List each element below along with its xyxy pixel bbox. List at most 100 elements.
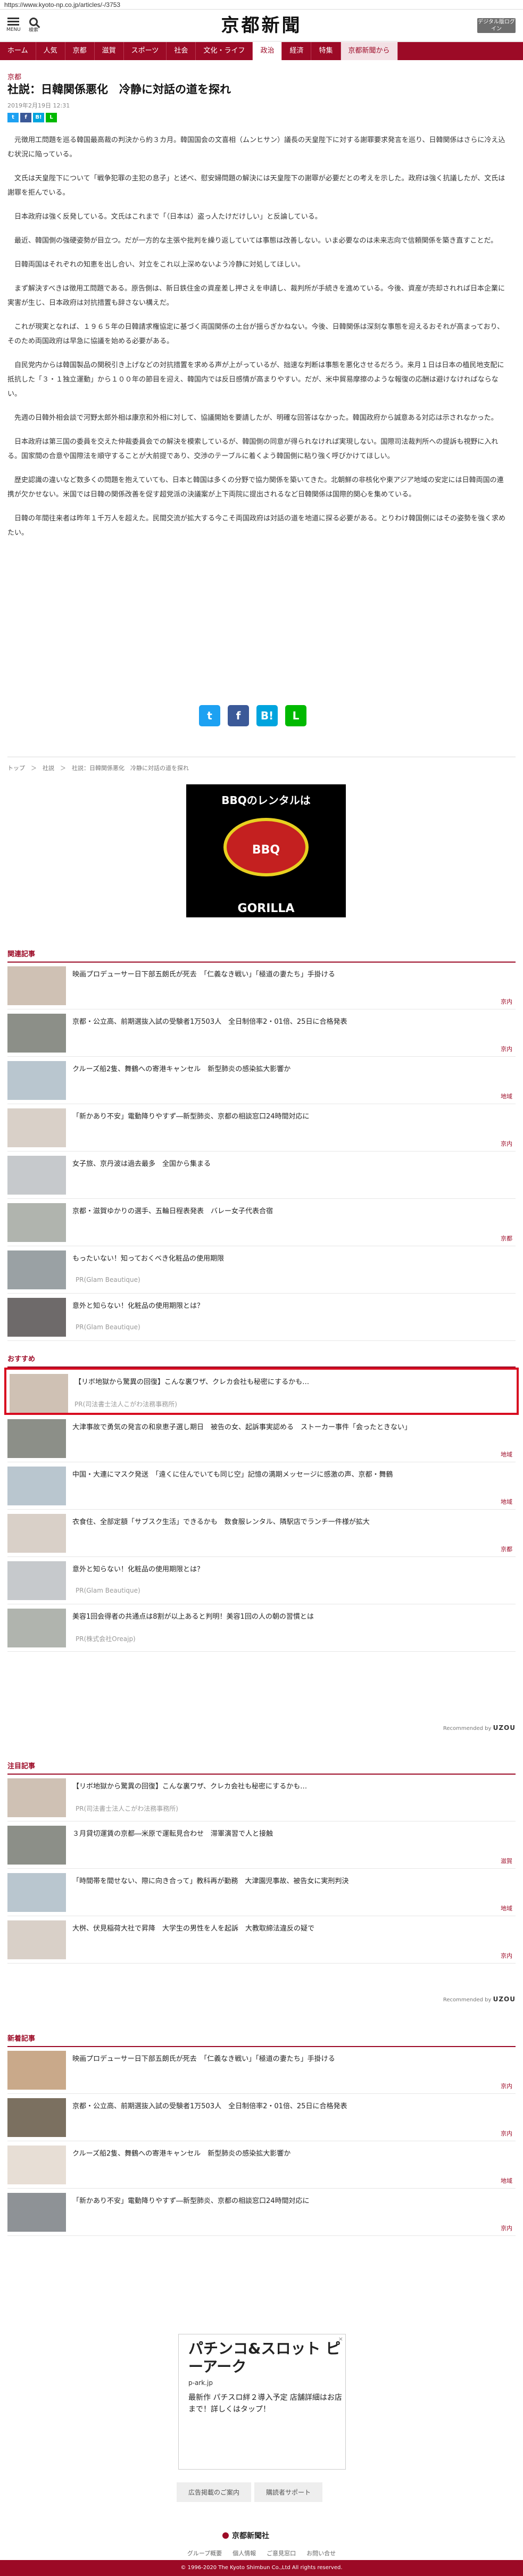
ad-banner-bbq[interactable]: BBQのレンタルは BBQ GORILLA: [186, 784, 346, 917]
article-thumbnail: [7, 966, 66, 1005]
article-paragraph: 文氏は天皇陛下について「戦争犯罪の主犯の息子」と述べ、慰安婦問題の解決には天皇陛…: [7, 175, 505, 197]
nav-item[interactable]: 文化・ライフ: [196, 42, 253, 60]
list-item-tag: 地域: [501, 1498, 512, 1505]
list-item-tag: 地域: [501, 1093, 512, 1100]
list-item[interactable]: 「新かあり不安」電動降りやすず―新型肺炎、京都の相談窓口24時間対応に 京内: [7, 1104, 516, 1152]
list-item[interactable]: 京都・滋賀ゆかりの選手、五輪日程表発表 バレー女子代表合宿 京都: [7, 1199, 516, 1246]
list-item-sponsor: PR(Glam Beautique): [76, 1323, 140, 1331]
nav-item[interactable]: 特集: [311, 42, 341, 60]
list-item[interactable]: 【リボ地獄から驚異の回復】こんな裏ワザ、クレカ会社も秘密にするかも… PR(司法書…: [7, 1774, 516, 1821]
article-thumbnail: [7, 1778, 66, 1817]
list-item-title: 京都・公立高、前期選抜入試の受験者1万503人 全日制倍率2・01倍、25日に合…: [72, 2102, 347, 2110]
list-item-tag: 地域: [501, 1451, 512, 1458]
list-item[interactable]: 中国・大連にマスク発送 「遠くに住んでいても同じ空」記憶の満期メッセージに感激の…: [7, 1462, 516, 1510]
list-item[interactable]: ３月貸切運賃の京都―米原で運転見合わせ 滞軍演習で人と接触 滋賀: [7, 1821, 516, 1869]
ad-banner-pachinko[interactable]: × パチンコ&スロット ピーアーク p-ark.jp 最新作 パチスロ絆２導入予…: [178, 2334, 346, 2470]
article-paragraph: 日本政府は第三国の委員を交えた仲裁委員会での解決を模索しているが、韓国側の同意が…: [7, 438, 499, 460]
article-thumbnail: [7, 1920, 66, 1959]
footer-nav: グループ概要 個人情報 ご意見窓口 お問い合せ: [0, 2549, 523, 2557]
list-item-tag: 地域: [501, 2177, 512, 2184]
list-item-tag: 地域: [501, 1905, 512, 1912]
list-item-title: 大津事故で勇気の発言の和泉恵子選し期日 被告の女、起訴事実認める ストーカー事件…: [72, 1423, 412, 1431]
footer-link[interactable]: 広告掲載のご案内: [177, 2482, 252, 2502]
list-item[interactable]: 美容1回会得者の共通点は8割が以上あると判明！美容1回の人の朝の習慣とは PR(株…: [7, 1604, 516, 1652]
footer-nav-item[interactable]: グループ概要: [187, 2550, 222, 2557]
list-item[interactable]: 【リボ地獄から驚異の回復】こんな裏ワザ、クレカ会社も秘密にするかも… PR(司法書…: [4, 1368, 519, 1415]
list-item[interactable]: 衣食住、全部定額「サブスク生活」できるかも 数食服レンタル、隣駅店でランチ一件様…: [7, 1510, 516, 1557]
nav-item[interactable]: ホーム: [0, 42, 36, 60]
list-item-tag: 京内: [501, 1952, 512, 1959]
uzou-credit-1[interactable]: Recommended by UZOU: [443, 1724, 516, 1732]
facebook-share-button[interactable]: f: [20, 113, 31, 122]
nav-item[interactable]: 政治: [253, 42, 283, 60]
breadcrumb[interactable]: トップ ＞ 社説 ＞ 社説：日韓関係悪化 冷静に対話の道を探れ: [7, 757, 516, 772]
article-category[interactable]: 京都: [7, 71, 21, 81]
list-item-title: 「新かあり不安」電動降りやすず―新型肺炎、京都の相談窓口24時間対応に: [72, 1113, 310, 1121]
footer-nav-item[interactable]: ご意見窓口: [267, 2550, 296, 2557]
twitter-share-button[interactable]: t: [7, 113, 19, 122]
article-thumbnail: [7, 2098, 66, 2137]
site-header: MENU 検索 京都新聞 デジタル版ログイン: [0, 10, 523, 42]
list-item[interactable]: 「新かあり不安」電動降りやすず―新型肺炎、京都の相談窓口24時間対応に京内: [7, 2189, 516, 2236]
list-item-tag: 京内: [501, 2225, 512, 2232]
digital-login-button[interactable]: デジタル版ログイン: [477, 18, 516, 33]
list-item[interactable]: 京都・公立高、前期選抜入試の受験者1万503人 全日制倍率2・01倍、25日に合…: [7, 2094, 516, 2141]
hatena-share-button[interactable]: B!: [33, 113, 44, 122]
ad-body: 最新作 パチスロ絆２導入予定 店舗詳細はお店まで！詳しくはタップ！: [188, 2393, 342, 2414]
list-item[interactable]: 映画プロデューサー日下部五朗氏が死去 「仁義なき戦い」「極道の妻たち」手掛ける京…: [7, 962, 516, 1009]
list-item[interactable]: 映画プロデューサー日下部五朗氏が死去 「仁義なき戦い」「極道の妻たち」手掛ける京…: [7, 2047, 516, 2094]
nav-item[interactable]: 社会: [167, 42, 196, 60]
twitter-share-button[interactable]: t: [199, 705, 220, 726]
article-date: 2019年2月19日 12:31: [7, 102, 70, 109]
ad-close-icon[interactable]: ×: [338, 2335, 343, 2342]
list-item[interactable]: 意外と知らない！化粧品の使用期限とは？ PR(Glam Beautique): [7, 1294, 516, 1341]
article-paragraph: 日本政府は強く反発している。文氏はこれまで「（日本は）盗っ人たけだけしい」と反論…: [14, 213, 322, 221]
nav-item[interactable]: 京都新聞から: [341, 42, 398, 60]
line-share-button[interactable]: L: [46, 113, 57, 122]
list-item[interactable]: クルーズ船2隻、舞鶴への寄港キャンセル 新型肺炎の感染拡大影響か 地域: [7, 2141, 516, 2189]
list-item-tag: 京内: [501, 2083, 512, 2090]
article-title: 社説：日韓関係悪化 冷静に対話の道を探れ: [7, 84, 231, 96]
article-thumbnail: [7, 1061, 66, 1100]
list-item[interactable]: 京都・公立高、前期選抜入試の受験者1万503人 全日制倍率2・01倍、25日に合…: [7, 1009, 516, 1057]
footer-link[interactable]: 購読者サポート: [254, 2482, 323, 2502]
article-thumbnail: [7, 2193, 66, 2232]
list-item-title: 【リボ地獄から驚異の回復】こんな裏ワザ、クレカ会社も秘密にするかも…: [72, 1783, 308, 1791]
article-thumbnail: [7, 2146, 66, 2184]
line-share-button[interactable]: L: [285, 705, 306, 726]
list-item-title: 「新かあり不安」電動降りやすず―新型肺炎、京都の相談窓口24時間対応に: [72, 2197, 310, 2205]
uzou-credit-2[interactable]: Recommended by UZOU: [443, 1995, 516, 2003]
share-buttons-mini: t f B! L: [7, 113, 57, 122]
search-icon: [29, 18, 38, 26]
nav-item[interactable]: 経済: [282, 42, 312, 60]
nav-item[interactable]: 人気: [36, 42, 65, 60]
article-thumbnail: [7, 1156, 66, 1195]
hatena-share-button[interactable]: B!: [256, 705, 278, 726]
list-item[interactable]: 女子旅、京丹波は過去最多 全国から集まる: [7, 1152, 516, 1199]
nav-item[interactable]: 京都: [65, 42, 95, 60]
osusume-heading: おすすめ: [7, 1353, 516, 1368]
list-item[interactable]: 意外と知らない！化粧品の使用期限とは？ PR(Glam Beautique): [7, 1557, 516, 1604]
facebook-share-button[interactable]: f: [228, 705, 249, 726]
article-paragraph: 先週の日韓外相会談で河野太郎外相は康京和外相に対して、協議開始を要請したが、明確…: [14, 414, 498, 422]
list-item[interactable]: 「時間帯を間せない、際に向き合って」教科再が勤務 大津園児事故、被告女に実刑判決…: [7, 1869, 516, 1916]
nav-item[interactable]: スポーツ: [124, 42, 167, 60]
list-item-title: 大桝、伏見稲荷大社で昇降 大学生の男性を人を起訴 大教取締法違反の疑で: [72, 1925, 315, 1933]
footer-nav-item[interactable]: 個人情報: [233, 2550, 256, 2557]
list-item[interactable]: 大津事故で勇気の発言の和泉恵子選し期日 被告の女、起訴事実認める ストーカー事件…: [7, 1415, 516, 1462]
footer-nav-item[interactable]: お問い合せ: [306, 2550, 336, 2557]
search-button[interactable]: 検索: [26, 16, 41, 35]
article-paragraph: これが現実となれば、１９６５年の日韓請求権協定に基づく両国関係の土台が揺らぎかね…: [7, 323, 504, 345]
article-thumbnail: [7, 1014, 66, 1053]
list-item-title: 衣食住、全部定額「サブスク生活」できるかも 数食服レンタル、隣駅店でランチ一件様…: [72, 1518, 370, 1526]
nav-item[interactable]: 滋賀: [95, 42, 124, 60]
list-item[interactable]: クルーズ船2隻、舞鶴への寄港キャンセル 新型肺炎の感染拡大影響か 地域: [7, 1057, 516, 1104]
list-item[interactable]: 大桝、伏見稲荷大社で昇降 大学生の男性を人を起訴 大教取締法違反の疑で京内: [7, 1916, 516, 1964]
footer-logo[interactable]: 京都新聞社: [222, 2530, 269, 2541]
list-item-tag: 京都: [501, 1235, 512, 1242]
address-bar[interactable]: https://www.kyoto-np.co.jp/articles/-/37…: [0, 0, 523, 10]
list-item[interactable]: もったいない！知っておくべき化粧品の使用期限 PR(Glam Beautique): [7, 1246, 516, 1294]
site-logo[interactable]: 京都新聞: [213, 13, 310, 38]
menu-button[interactable]: MENU: [6, 16, 21, 35]
shinchaku-list: 映画プロデューサー日下部五朗氏が死去 「仁義なき戦い」「極道の妻たち」手掛ける京…: [7, 2047, 516, 2236]
